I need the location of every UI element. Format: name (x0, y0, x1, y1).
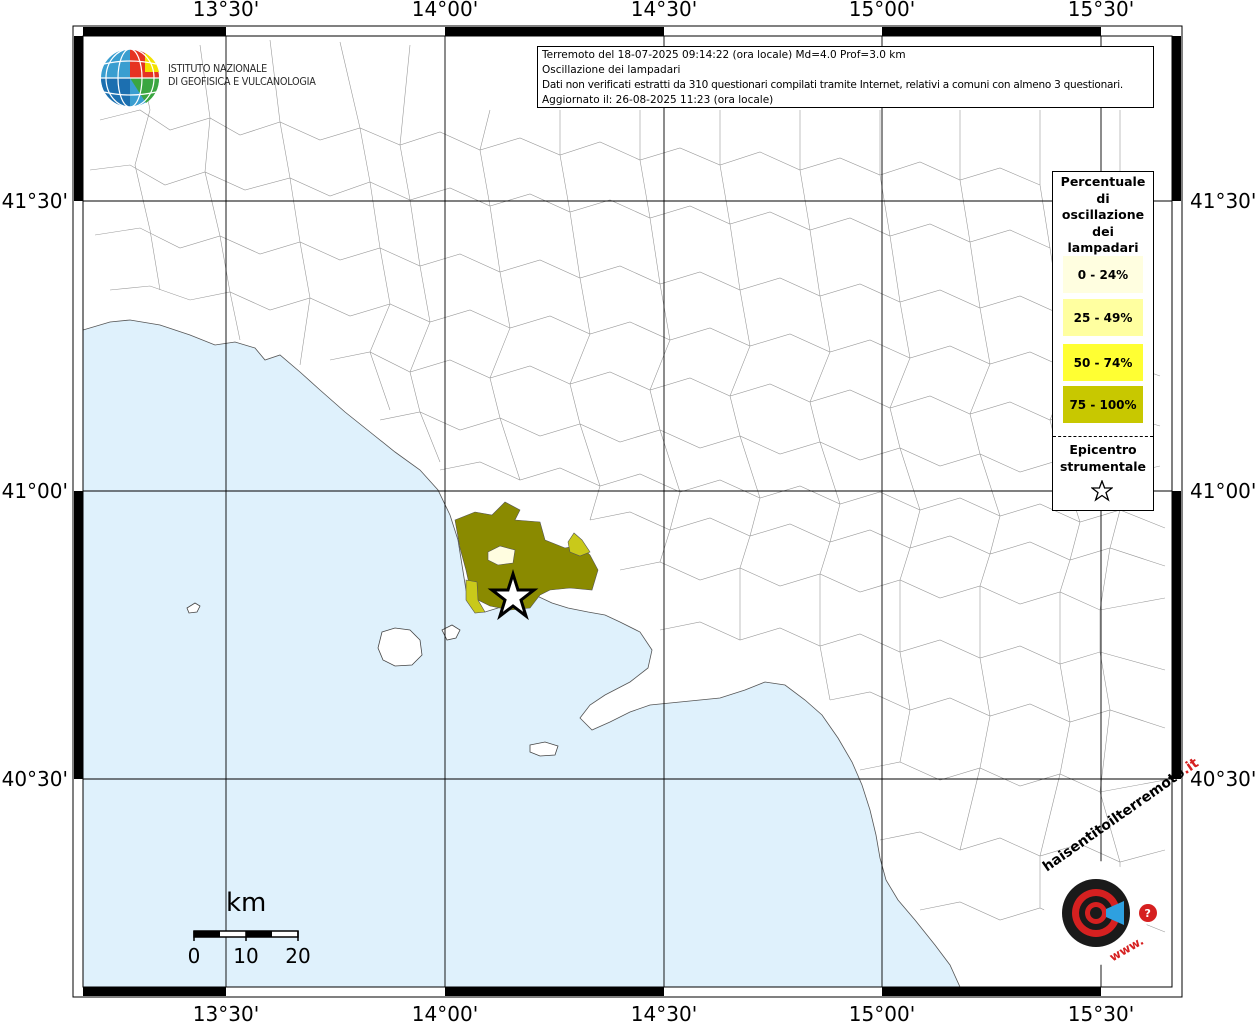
legend-class-75-100: 75 - 100% (1063, 386, 1143, 423)
legend-class-25-49: 25 - 49% (1063, 299, 1143, 336)
scale-tick-10: 10 (233, 944, 259, 968)
earthquake-info-line-3: Dati non verificati estratti da 310 ques… (542, 79, 1124, 91)
earthquake-info-box: Terremoto del 18-07-2025 09:14:22 (ora l… (537, 46, 1154, 108)
legend-box: Percentuale di oscillazione dei lampadar… (1052, 171, 1154, 511)
scale-tick-0: 0 (187, 944, 201, 968)
earthquake-info-line-2: Oscillazione dei lampadari (542, 64, 681, 76)
legend-star-icon (1091, 480, 1113, 502)
legend-divider (1053, 436, 1153, 437)
earthquake-info-line-4: Aggiornato il: 26-08-2025 11:23 (ora loc… (542, 94, 774, 106)
svg-text:?: ? (1145, 907, 1151, 920)
legend-title: Percentuale di oscillazione dei lampadar… (1060, 174, 1146, 255)
legend-class-50-74: 50 - 74% (1063, 344, 1143, 381)
ingv-globe-logo (101, 48, 160, 108)
map-canvas[interactable]: ? (0, 0, 1255, 1024)
earthquake-info-line-1: Terremoto del 18-07-2025 09:14:22 (ora l… (542, 49, 906, 61)
ingv-institute-name: ISTITUTO NAZIONALE DI GEOFISICA E VULCAN… (168, 62, 316, 88)
scale-tick-20: 20 (285, 944, 311, 968)
legend-class-0-24: 0 - 24% (1063, 256, 1143, 293)
scale-unit-label: km (226, 888, 267, 918)
legend-epicenter-label: Epicentro strumentale (1059, 442, 1147, 474)
